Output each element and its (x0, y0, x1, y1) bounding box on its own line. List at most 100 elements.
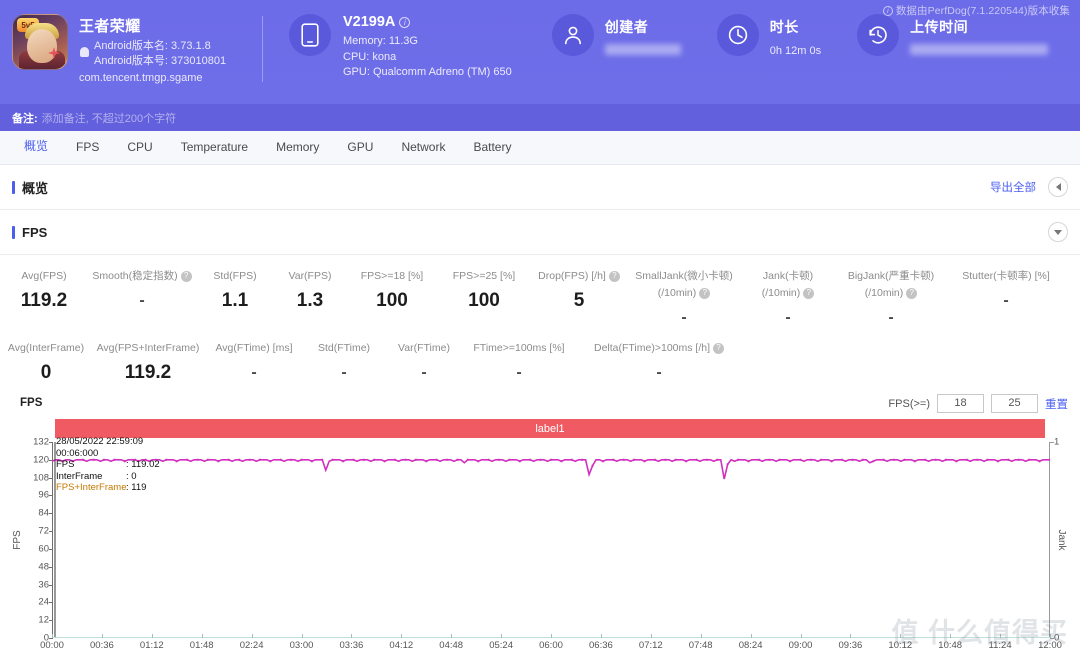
fps-threshold-input-2[interactable]: 25 (991, 394, 1038, 413)
metric-label-text: Avg(FPS+InterFrame) (96, 342, 200, 354)
export-all-link[interactable]: 导出全部 (990, 179, 1036, 195)
reset-link[interactable]: 重置 (1045, 396, 1068, 412)
metric-label: SmallJank(微小卡顿) (/10min)? (628, 269, 740, 300)
tooltip-row: InterFrame : 0 (56, 471, 160, 483)
chart-point (529, 458, 532, 461)
chart-point (445, 458, 449, 461)
metric-label-text: Std(FPS) (213, 270, 257, 282)
x-tick-label: 10:12 (888, 640, 913, 651)
metric-label-text: Jank(卡顿) (762, 270, 814, 282)
y2-tick-label: 1 (1054, 436, 1060, 448)
x-tick-mark (800, 634, 802, 638)
remark-input-placeholder[interactable]: 添加备注, 不超过200个字符 (42, 110, 176, 126)
metric-label-text: FTime>=100ms [%] (473, 342, 565, 354)
help-icon[interactable]: ? (713, 342, 725, 354)
metric-label-text: Delta(FTime)>100ms [/h] (593, 342, 711, 354)
tooltip-row: FPS: 119.02 (56, 459, 160, 471)
chart-point (788, 460, 792, 463)
metric-label-sub: (/10min)? (836, 286, 946, 300)
help-icon[interactable]: ? (608, 270, 620, 282)
metric-label: Std(FPS) (196, 269, 274, 283)
chart-point (695, 458, 698, 461)
metric-cell: Std(FPS) 1.1 (196, 269, 274, 329)
chart-point (612, 458, 615, 461)
tab-battery[interactable]: Battery (459, 131, 525, 164)
y-tick-label: 24 (38, 596, 49, 608)
x-tick-label: 09:36 (838, 640, 863, 651)
metric-cell: Avg(InterFrame) 0 (0, 341, 92, 384)
help-icon[interactable]: ? (699, 287, 711, 299)
creator-value-redacted (604, 44, 681, 55)
y-tick-label: 132 (33, 436, 49, 448)
y-tick-label: 36 (38, 579, 49, 591)
creator-title: 创建者 (604, 19, 649, 35)
x-tick-label: 00:00 (40, 640, 64, 651)
chart-point (300, 458, 303, 461)
x-tick-mark (700, 634, 702, 638)
history-icon-svg (869, 26, 887, 44)
tab-temperature[interactable]: Temperature (167, 131, 262, 164)
clock-icon-svg (728, 25, 747, 45)
metric-label: Avg(InterFrame) (0, 341, 92, 355)
tab-cpu[interactable]: CPU (113, 131, 166, 164)
app-icon: 5v5 (12, 14, 68, 70)
device-info-icon[interactable]: i (399, 16, 411, 28)
metric-value: 1.1 (221, 290, 249, 311)
chart-point (1038, 460, 1041, 463)
help-icon[interactable]: ? (906, 287, 918, 299)
chart-point (892, 458, 896, 461)
app-icon-art-face (27, 29, 57, 63)
device-gpu: GPU: Qualcomm Adreno (TM) 650 (343, 66, 512, 78)
tab-概览[interactable]: 概览 (10, 130, 62, 165)
metric-label-text: Std(FTime) (317, 342, 371, 354)
metric-label: Jank(卡顿) (/10min)? (740, 269, 836, 300)
collapse-left-button[interactable] (1048, 177, 1068, 197)
chart-point (227, 458, 230, 461)
chart-point (217, 460, 220, 463)
metric-label-text: Stutter(卡顿率) [%] (962, 270, 1050, 282)
tooltip-key: InterFrame (56, 470, 103, 482)
chart-point (352, 458, 355, 461)
chart-point (435, 458, 438, 461)
tab-memory[interactable]: Memory (262, 131, 333, 164)
y-tick-label: 96 (38, 489, 49, 501)
x-tick-mark (1050, 634, 1051, 638)
metric-value: 5 (573, 290, 585, 311)
fps-threshold-input-1[interactable]: 18 (937, 394, 984, 413)
tab-gpu[interactable]: GPU (333, 131, 387, 164)
x-tick-label: 00:36 (90, 640, 114, 651)
help-icon[interactable]: ? (803, 287, 815, 299)
app-meta: 王者荣耀 Android版本名: 3.73.1.8 Android版本号: 37… (68, 14, 226, 84)
metric-value: - (888, 309, 894, 326)
chart-point (186, 458, 189, 461)
chart-point (508, 458, 511, 461)
user-icon (551, 14, 594, 56)
tooltip-value: : 0 (126, 470, 137, 482)
x-tick-label: 03:36 (339, 640, 364, 651)
tooltip-value: : 119.02 (126, 459, 160, 470)
help-icon[interactable]: ? (180, 270, 192, 282)
tab-network[interactable]: Network (387, 131, 459, 164)
x-tick-mark (401, 634, 403, 638)
chart-point (425, 460, 428, 463)
tab-fps[interactable]: FPS (62, 131, 113, 164)
chart-point (768, 458, 771, 461)
chart-point (1028, 458, 1031, 461)
x-tick-mark (52, 634, 53, 638)
overview-title: 概览 (12, 178, 48, 197)
metric-value: - (421, 364, 427, 381)
chart-label-band[interactable]: label1 (55, 419, 1045, 438)
chart-point (830, 460, 833, 463)
x-tick-mark (950, 634, 952, 638)
x-tick-label: 01:48 (189, 640, 214, 651)
chart-point (310, 460, 313, 463)
chart-toolbar: FPS FPS(>=) 18 25 重置 label1 (0, 390, 1080, 438)
duration-meta: 时长 0h 12m 0s (759, 14, 821, 57)
remark-bar[interactable]: 备注: 添加备注, 不超过200个字符 (0, 104, 1080, 131)
fps-collapse-button[interactable] (1048, 222, 1068, 242)
chart-point (674, 458, 677, 461)
perfdog-version-text: 数据由PerfDog(7.1.220544)版本收集 (895, 5, 1070, 17)
x-tick-mark (600, 634, 602, 638)
chart-point (404, 458, 407, 461)
x-tick-label: 07:48 (688, 640, 713, 651)
